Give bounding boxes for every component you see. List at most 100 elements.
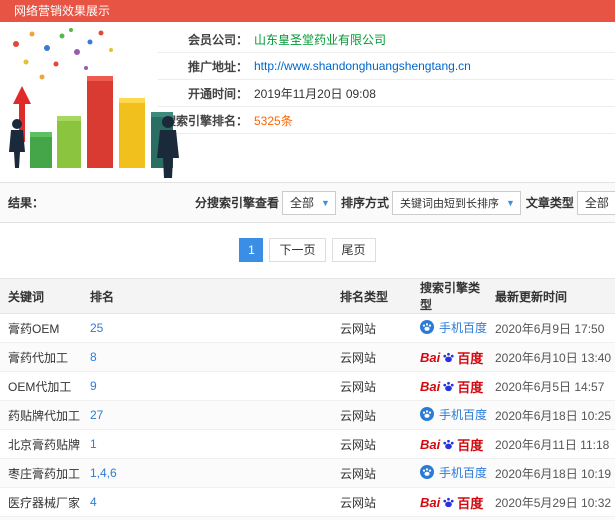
results-table-body: 膏药OEM 25 云网站 手机百度 2020年6月9日 17:50 膏药代加工 … [0,313,615,520]
mobile-baidu-icon [420,465,434,480]
baidu-paw-icon [443,439,454,449]
table-row: 北京膏药贴牌 1 云网站 Bai 百度 2020年6月11日 11:18 [0,429,615,459]
engine-view-selected: 全部 [290,196,315,210]
baidu-cn: 百度 [457,495,484,511]
confetti-dots [13,28,113,80]
col-updated: 最新更新时间 [487,278,615,314]
result-label: 结果： [8,196,45,210]
keyword-cell: 枣庄膏药加工 [0,458,82,488]
mobile-baidu-label: 手机百度 [439,320,487,335]
engine-view-select[interactable]: 全部 ▼ [282,190,336,215]
next-page-button[interactable]: 下一页 [269,238,326,262]
updated-cell: 2020年6月10日 13:40 [487,342,615,372]
promo-url-link[interactable]: http://www.shandonghuangshengtang.cn [254,59,471,73]
mobile-baidu-label: 手机百度 [439,465,487,480]
table-header-row: 关键词 排名 排名类型 搜索引擎类型 最新更新时间 [0,278,615,314]
keyword-cell: 医疗器械厂家 [0,487,82,517]
baidu-logo: Bai 百度 [420,377,483,396]
rank-count-value: 5325条 [254,113,293,128]
bars [30,76,173,168]
table-row: 膏药代加工 8 云网站 Bai 百度 2020年6月10日 13:40 [0,342,615,372]
article-type-select[interactable]: 全部 ▼ [576,190,615,215]
bar-chart-illustration [0,22,190,180]
info-row-open-time: 开通时间： 2019年11月20日 09:08 [158,80,615,107]
page-title: 网络营销效果展示 [14,4,111,18]
rank-link[interactable]: 25 [90,321,103,335]
sort-label: 排序方式 [340,196,389,210]
mobile-baidu-badge: 手机百度 [420,464,487,481]
rank-type-cell: 云网站 [332,313,412,343]
baidu-cn: 百度 [457,437,484,453]
rank-type-cell: 云网站 [332,487,412,517]
rank-type-cell: 云网站 [332,400,412,430]
company-link[interactable]: 山东皇圣堂药业有限公司 [254,31,386,48]
rank-type-cell: 云网站 [332,458,412,488]
col-keyword: 关键词 [0,278,82,314]
mobile-baidu-badge: 手机百度 [420,319,487,336]
baidu-paw-icon [443,497,454,507]
table-row: 膏药OEM 25 云网站 手机百度 2020年6月9日 17:50 [0,313,615,343]
rank-link[interactable]: 1,4,6 [90,466,117,480]
updated-cell: 2020年6月5日 14:57 [487,371,615,401]
last-page-button[interactable]: 尾页 [331,238,376,262]
baidu-logo: Bai 百度 [420,348,483,367]
baidu-latin: Bai [420,349,441,365]
member-info-section: 会员公司： 山东皇圣堂药业有限公司 推广地址： http://www.shand… [0,22,615,182]
baidu-cn: 百度 [457,350,484,366]
rank-link[interactable]: 27 [90,408,103,422]
updated-cell: 2020年6月18日 10:25 [487,400,615,430]
table-row: 菏泽膏药厂家 17 云网站 手机百度 2020年6月11日 11:01 [0,516,615,520]
chevron-down-icon: ▼ [505,197,515,208]
col-rank: 排名 [82,278,332,314]
rank-link[interactable]: 9 [90,379,97,393]
keyword-cell: 膏药代加工 [0,342,82,372]
page-header: 网络营销效果展示 [0,0,615,22]
keyword-cell: 膏药OEM [0,313,82,343]
keyword-cell: 药贴牌代加工 [0,400,82,430]
info-row-url: 推广地址： http://www.shandonghuangshengtang.… [158,53,615,80]
mobile-baidu-icon [420,320,434,335]
sort-selected: 关键词由短到长排序 [399,197,499,210]
table-row: OEM代加工 9 云网站 Bai 百度 2020年6月5日 14:57 [0,371,615,401]
baidu-logo: Bai 百度 [420,493,483,512]
rank-type-cell: 云网站 [332,371,412,401]
rank-type-cell: 云网站 [332,429,412,459]
mobile-baidu-badge: 手机百度 [420,406,487,423]
sort-select[interactable]: 关键词由短到长排序 ▼ [391,190,521,215]
updated-cell: 2020年6月18日 10:19 [487,458,615,488]
col-rank-type: 排名类型 [332,278,412,314]
results-table: 关键词 排名 排名类型 搜索引擎类型 最新更新时间 膏药OEM 25 云网站 手… [0,278,615,520]
info-row-company: 会员公司： 山东皇圣堂药业有限公司 [158,26,615,53]
table-row: 医疗器械厂家 4 云网站 Bai 百度 2020年5月29日 10:32 [0,487,615,517]
rank-link[interactable]: 8 [90,350,97,364]
article-type-selected: 全部 [584,196,609,210]
baidu-paw-icon [443,352,454,362]
mobile-baidu-icon [420,407,434,422]
growth-chart-graphic [9,28,179,178]
baidu-latin: Bai [420,378,441,394]
col-engine-type: 搜索引擎类型 [412,278,487,314]
keyword-cell: 菏泽膏药厂家 [0,516,82,520]
baidu-paw-icon [443,381,454,391]
mobile-baidu-label: 手机百度 [439,407,487,422]
table-row: 药贴牌代加工 27 云网站 手机百度 2020年6月18日 10:25 [0,400,615,430]
updated-cell: 2020年6月9日 17:50 [487,313,615,343]
baidu-latin: Bai [420,436,441,452]
keyword-cell: 北京膏药贴牌 [0,429,82,459]
open-time-value: 2019年11月20日 09:08 [254,86,376,101]
updated-cell: 2020年6月11日 11:01 [487,516,615,520]
table-row: 枣庄膏药加工 1,4,6 云网站 手机百度 2020年6月18日 10:19 [0,458,615,488]
updated-cell: 2020年5月29日 10:32 [487,487,615,517]
rank-link[interactable]: 1 [90,437,97,451]
chevron-down-icon: ▼ [321,197,330,208]
keyword-cell: OEM代加工 [0,371,82,401]
baidu-logo: Bai 百度 [420,435,483,454]
page-current[interactable]: 1 [239,238,264,262]
rank-link[interactable]: 4 [90,495,97,509]
filter-bar: 结果： 分搜索引擎查看 全部 ▼ 排序方式 关键词由短到长排序 ▼ 文章类型 全… [0,182,615,223]
rank-type-cell: 云网站 [332,516,412,520]
rank-type-cell: 云网站 [332,342,412,372]
baidu-latin: Bai [420,494,441,510]
article-type-label: 文章类型 [525,196,574,210]
pagination: 1 下一页 尾页 [0,223,615,278]
